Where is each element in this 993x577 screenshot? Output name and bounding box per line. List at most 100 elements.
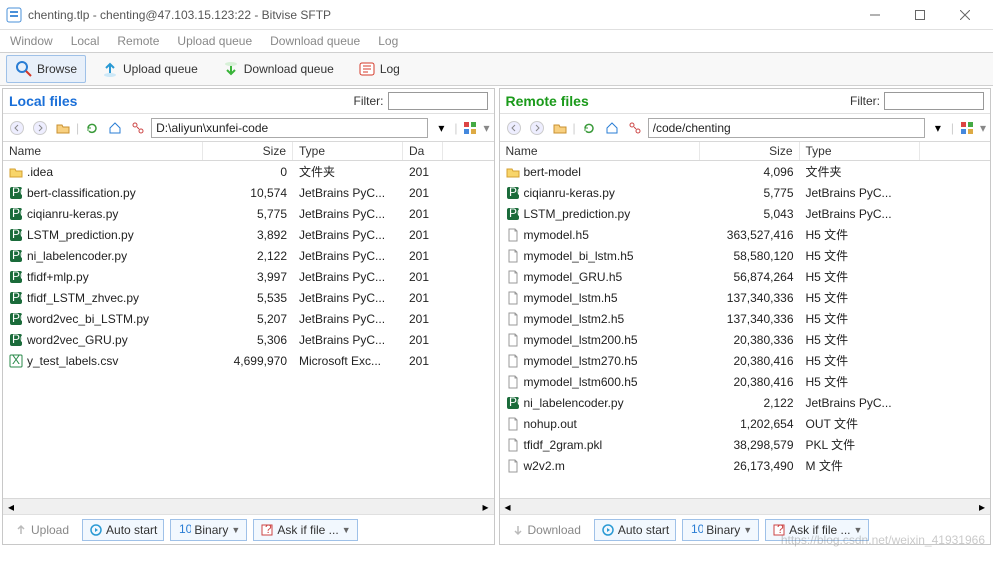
upload-queue-button[interactable]: Upload queue: [92, 55, 207, 83]
file-type: JetBrains PyC...: [293, 186, 403, 200]
menu-log[interactable]: Log: [378, 34, 398, 48]
col-date[interactable]: Da: [403, 142, 443, 160]
close-button[interactable]: [942, 1, 987, 29]
remote-hscroll[interactable]: ◂ ▸: [500, 498, 991, 514]
folder-nav-icon[interactable]: [53, 118, 73, 138]
forward-button[interactable]: [30, 118, 50, 138]
file-row[interactable]: PCtfidf_LSTM_zhvec.py5,535JetBrains PyC.…: [3, 287, 494, 308]
local-filter-input[interactable]: [388, 92, 488, 110]
download-button[interactable]: Download: [504, 519, 588, 541]
remote-pane: Remote files Filter: | ▾ | ▾ Name Size T…: [499, 88, 992, 545]
log-button[interactable]: Log: [349, 55, 409, 83]
file-size: 20,380,336: [700, 333, 800, 347]
file-row[interactable]: mymodel_bi_lstm.h558,580,120H5 文件: [500, 245, 991, 266]
menu-window[interactable]: Window: [10, 34, 53, 48]
local-path-input[interactable]: [151, 118, 428, 138]
file-row[interactable]: PCciqianru-keras.py5,775JetBrains PyC...…: [3, 203, 494, 224]
col-size[interactable]: Size: [203, 142, 293, 160]
window-title: chenting.tlp - chenting@47.103.15.123:22…: [28, 8, 852, 22]
scroll-right-icon[interactable]: ▸: [478, 500, 494, 514]
file-row[interactable]: mymodel_lstm2.h5137,340,336H5 文件: [500, 308, 991, 329]
file-name: mymodel_lstm270.h5: [500, 354, 700, 368]
refresh-button[interactable]: [82, 118, 102, 138]
chevron-down-icon: ▼: [231, 525, 240, 535]
bookmark-button[interactable]: [625, 118, 645, 138]
forward-button[interactable]: [527, 118, 547, 138]
file-type: JetBrains PyC...: [293, 228, 403, 242]
file-row[interactable]: mymodel_GRU.h556,874,264H5 文件: [500, 266, 991, 287]
file-row[interactable]: mymodel_lstm200.h520,380,336H5 文件: [500, 329, 991, 350]
binary-button[interactable]: 101 Binary ▼: [682, 519, 759, 541]
file-size: 2,122: [203, 249, 293, 263]
maximize-button[interactable]: [897, 1, 942, 29]
file-row[interactable]: PCLSTM_prediction.py5,043JetBrains PyC..…: [500, 203, 991, 224]
file-row[interactable]: .idea0文件夹201: [3, 161, 494, 182]
view-mode-button[interactable]: [957, 118, 977, 138]
file-date: 201: [403, 270, 443, 284]
file-row[interactable]: nohup.out1,202,654OUT 文件: [500, 413, 991, 434]
col-name[interactable]: Name: [500, 142, 700, 160]
path-dropdown[interactable]: ▾: [431, 118, 451, 138]
col-name[interactable]: Name: [3, 142, 203, 160]
col-size[interactable]: Size: [700, 142, 800, 160]
file-row[interactable]: mymodel_lstm270.h520,380,416H5 文件: [500, 350, 991, 371]
minimize-button[interactable]: [852, 1, 897, 29]
file-name: mymodel_lstm2.h5: [500, 312, 700, 326]
remote-filter-input[interactable]: [884, 92, 984, 110]
file-name: PCni_labelencoder.py: [3, 249, 203, 263]
file-name: PCni_labelencoder.py: [500, 396, 700, 410]
file-size: 10,574: [203, 186, 293, 200]
auto-start-button[interactable]: Auto start: [82, 519, 164, 541]
file-name: nohup.out: [500, 417, 700, 431]
file-row[interactable]: w2v2.m26,173,490M 文件: [500, 455, 991, 476]
file-row[interactable]: bert-model4,096文件夹: [500, 161, 991, 182]
menu-upload-queue[interactable]: Upload queue: [177, 34, 252, 48]
file-name: PCciqianru-keras.py: [3, 207, 203, 221]
home-button[interactable]: [602, 118, 622, 138]
file-row[interactable]: PCni_labelencoder.py2,122JetBrains PyC..…: [500, 392, 991, 413]
back-button[interactable]: [504, 118, 524, 138]
back-button[interactable]: [7, 118, 27, 138]
view-mode-button[interactable]: [460, 118, 480, 138]
search-icon: [15, 60, 33, 78]
ask-if-file-button[interactable]: ? Ask if file ... ▼: [765, 519, 869, 541]
file-row[interactable]: PCni_labelencoder.py2,122JetBrains PyC..…: [3, 245, 494, 266]
browse-button[interactable]: Browse: [6, 55, 86, 83]
refresh-button[interactable]: [579, 118, 599, 138]
col-type[interactable]: Type: [800, 142, 920, 160]
folder-nav-icon[interactable]: [550, 118, 570, 138]
path-dropdown[interactable]: ▾: [928, 118, 948, 138]
file-row[interactable]: PCword2vec_GRU.py5,306JetBrains PyC...20…: [3, 329, 494, 350]
auto-start-button[interactable]: Auto start: [594, 519, 676, 541]
local-hscroll[interactable]: ◂ ▸: [3, 498, 494, 514]
download-queue-button[interactable]: Download queue: [213, 55, 343, 83]
menu-download-queue[interactable]: Download queue: [270, 34, 360, 48]
scroll-right-icon[interactable]: ▸: [974, 500, 990, 514]
file-row[interactable]: PCciqianru-keras.py5,775JetBrains PyC...: [500, 182, 991, 203]
file-row[interactable]: PCtfidf+mlp.py3,997JetBrains PyC...201: [3, 266, 494, 287]
local-file-list[interactable]: .idea0文件夹201PCbert-classification.py10,5…: [3, 161, 494, 498]
remote-file-list[interactable]: bert-model4,096文件夹PCciqianru-keras.py5,7…: [500, 161, 991, 498]
file-name: mymodel_bi_lstm.h5: [500, 249, 700, 263]
home-button[interactable]: [105, 118, 125, 138]
file-row[interactable]: mymodel_lstm600.h520,380,416H5 文件: [500, 371, 991, 392]
file-row[interactable]: mymodel_lstm.h5137,340,336H5 文件: [500, 287, 991, 308]
file-row[interactable]: mymodel.h5363,527,416H5 文件: [500, 224, 991, 245]
scroll-left-icon[interactable]: ◂: [3, 500, 19, 514]
menu-remote[interactable]: Remote: [117, 34, 159, 48]
remote-path-input[interactable]: [648, 118, 925, 138]
scroll-left-icon[interactable]: ◂: [500, 500, 516, 514]
file-row[interactable]: Xy_test_labels.csv4,699,970Microsoft Exc…: [3, 350, 494, 371]
file-row[interactable]: tfidf_2gram.pkl38,298,579PKL 文件: [500, 434, 991, 455]
bookmark-button[interactable]: [128, 118, 148, 138]
file-row[interactable]: PCLSTM_prediction.py3,892JetBrains PyC..…: [3, 224, 494, 245]
binary-button[interactable]: 101 Binary ▼: [170, 519, 247, 541]
col-type[interactable]: Type: [293, 142, 403, 160]
local-pane: Local files Filter: | ▾ | ▾ Name Size Ty…: [2, 88, 495, 545]
file-row[interactable]: PCword2vec_bi_LSTM.py5,207JetBrains PyC.…: [3, 308, 494, 329]
menu-local[interactable]: Local: [71, 34, 100, 48]
file-row[interactable]: PCbert-classification.py10,574JetBrains …: [3, 182, 494, 203]
upload-button[interactable]: Upload: [7, 519, 76, 541]
ask-if-file-button[interactable]: ? Ask if file ... ▼: [253, 519, 357, 541]
file-date: 201: [403, 165, 443, 179]
